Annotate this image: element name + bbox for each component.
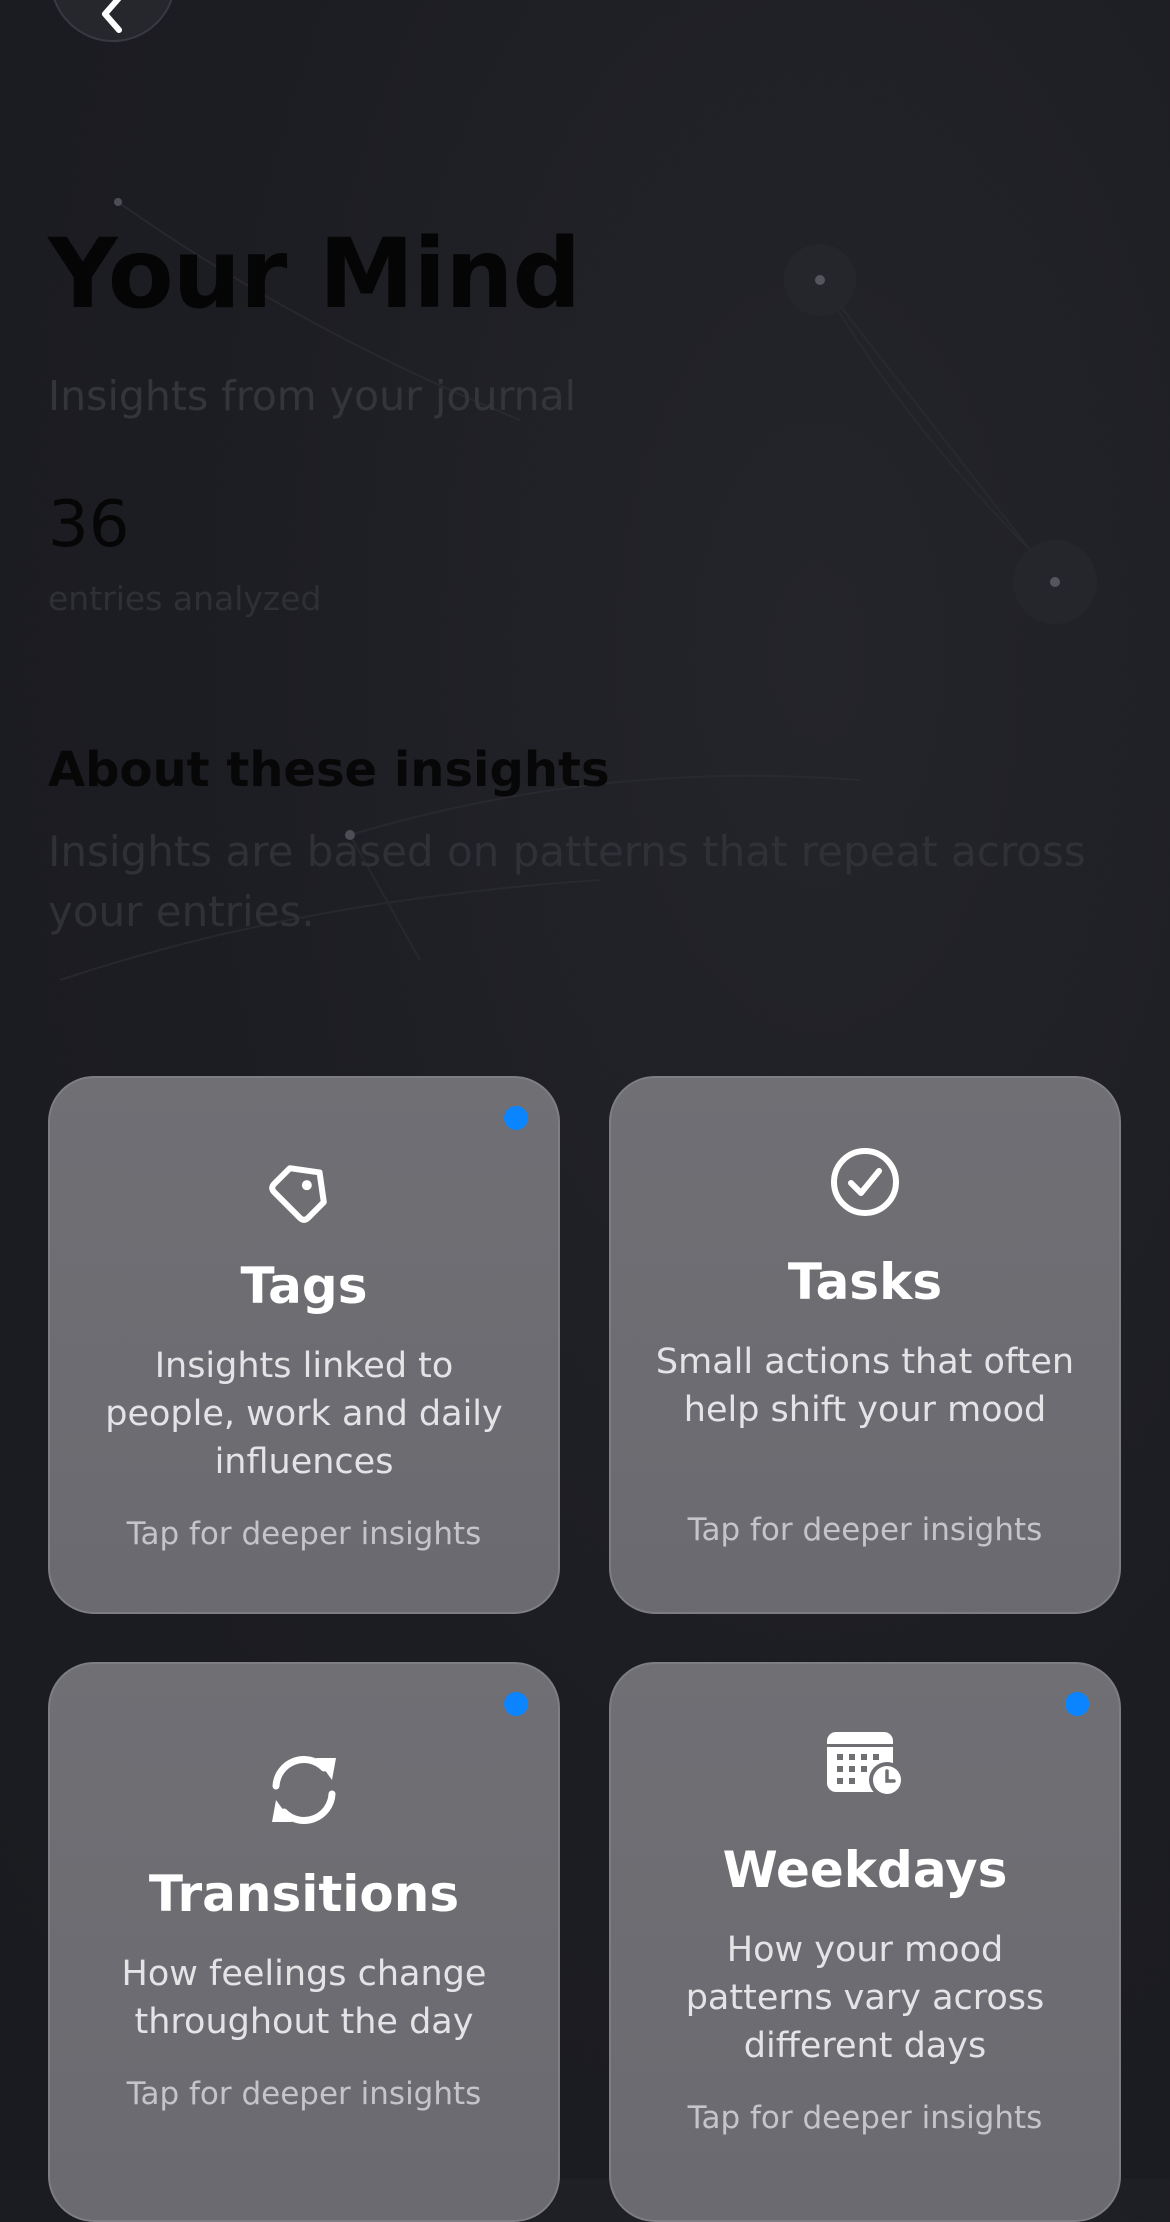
- card-hint: Tap for deeper insights: [126, 2076, 482, 2112]
- card-title: Weekdays: [722, 1841, 1008, 1899]
- card-title: Transitions: [148, 1865, 460, 1923]
- checkmark-circle-icon: [611, 1146, 1119, 1218]
- about-heading: About these insights: [48, 742, 610, 798]
- insight-card-tasks[interactable]: Tasks Small actions that often help shif…: [609, 1076, 1121, 1614]
- new-indicator-dot: [1065, 1692, 1089, 1716]
- arrows-cycle-icon: [50, 1750, 558, 1830]
- card-title: Tasks: [787, 1253, 943, 1311]
- back-button[interactable]: [50, 0, 176, 42]
- card-hint: Tap for deeper insights: [687, 2100, 1043, 2136]
- page-title: Your Mind: [48, 218, 581, 330]
- new-indicator-dot: [504, 1692, 528, 1716]
- calendar-clock-icon: [611, 1728, 1119, 1800]
- insight-card-transitions[interactable]: Transitions How feelings change througho…: [48, 1662, 560, 2222]
- insight-card-tags[interactable]: Tags Insights linked to people, work and…: [48, 1076, 560, 1614]
- page-subtitle: Insights from your journal: [48, 372, 577, 420]
- chevron-left-icon: [102, 0, 122, 33]
- entries-count-label: entries analyzed: [48, 579, 322, 618]
- entries-count: 36: [48, 488, 130, 562]
- card-hint: Tap for deeper insights: [687, 1512, 1043, 1548]
- insight-card-weekdays[interactable]: Weekdays How your mood patterns vary acr…: [609, 1662, 1121, 2222]
- about-body: Insights are based on patterns that repe…: [48, 827, 1086, 936]
- new-indicator-dot: [504, 1106, 528, 1130]
- card-description: How feelings change throughout the day: [121, 1954, 487, 2042]
- card-hint: Tap for deeper insights: [126, 1516, 482, 1552]
- card-description: How your mood patterns vary across diffe…: [685, 1930, 1045, 2066]
- card-description: Small actions that often help shift your…: [655, 1342, 1075, 1430]
- tag-icon: [50, 1146, 558, 1230]
- card-title: Tags: [240, 1257, 368, 1315]
- card-description: Insights linked to people, work and dail…: [105, 1346, 503, 1482]
